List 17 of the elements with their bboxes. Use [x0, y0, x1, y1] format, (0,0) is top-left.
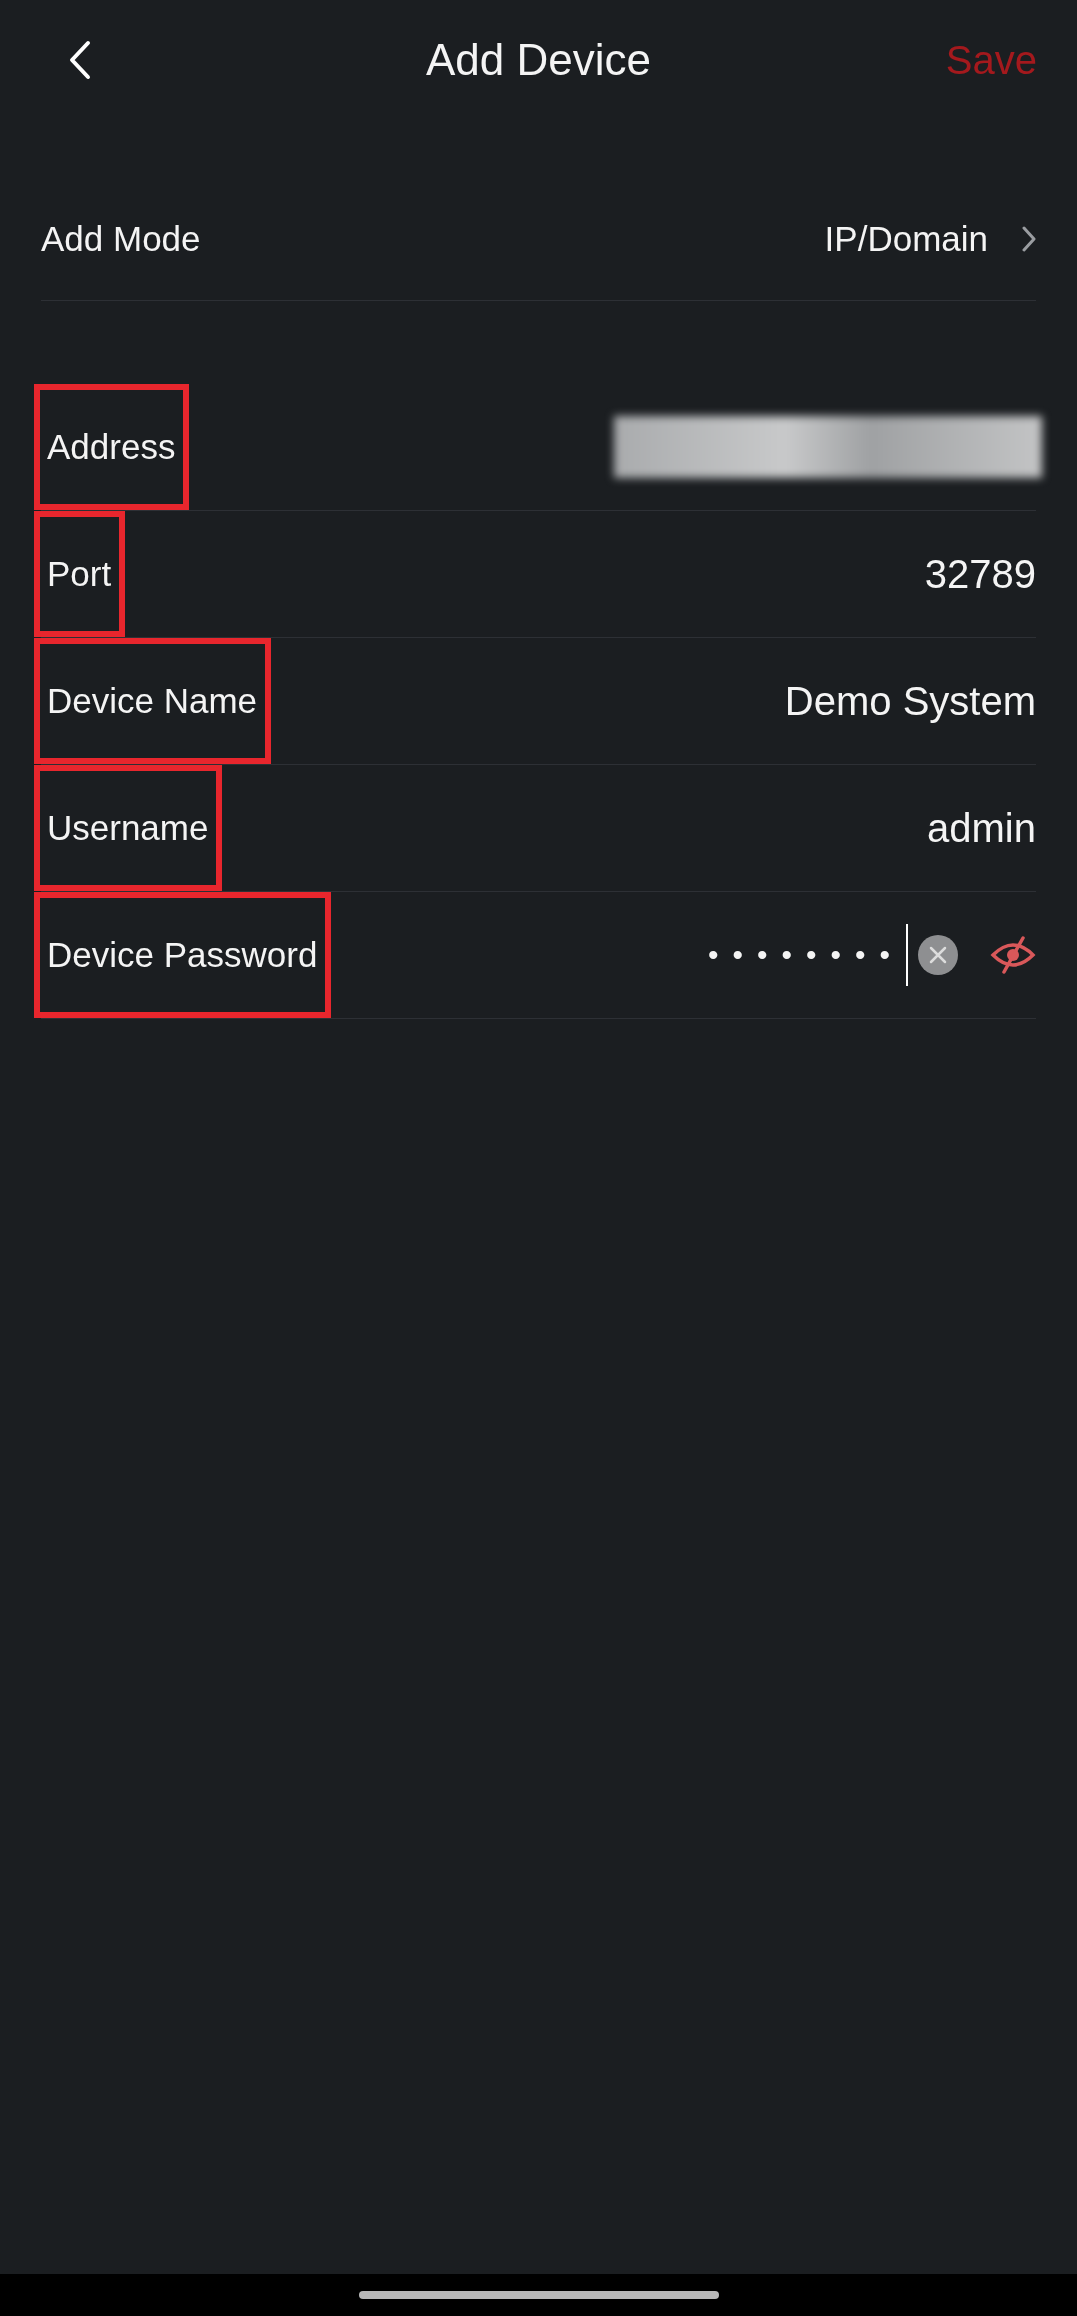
chevron-right-icon: [1022, 225, 1036, 252]
add-mode-row[interactable]: Add Mode IP/Domain: [41, 177, 1036, 301]
field-label: Device Password: [34, 892, 332, 1018]
field-label: Port: [34, 511, 126, 637]
field-value[interactable]: admin: [927, 805, 1036, 851]
clear-icon[interactable]: [918, 935, 958, 975]
field-label: Address: [34, 384, 190, 510]
field-value[interactable]: 32789: [924, 551, 1036, 597]
eye-slash-icon[interactable]: [990, 935, 1036, 975]
back-icon[interactable]: [68, 40, 92, 80]
field-label: Username: [34, 765, 223, 891]
add-mode-label: Add Mode: [41, 218, 202, 259]
screen-title: Add Device: [426, 35, 651, 85]
password-value[interactable]: ••••••••: [707, 938, 904, 972]
add-mode-value: IP/Domain: [824, 218, 988, 259]
field-label: Device Name: [34, 638, 272, 764]
field-value[interactable]: Demo System: [784, 678, 1036, 724]
